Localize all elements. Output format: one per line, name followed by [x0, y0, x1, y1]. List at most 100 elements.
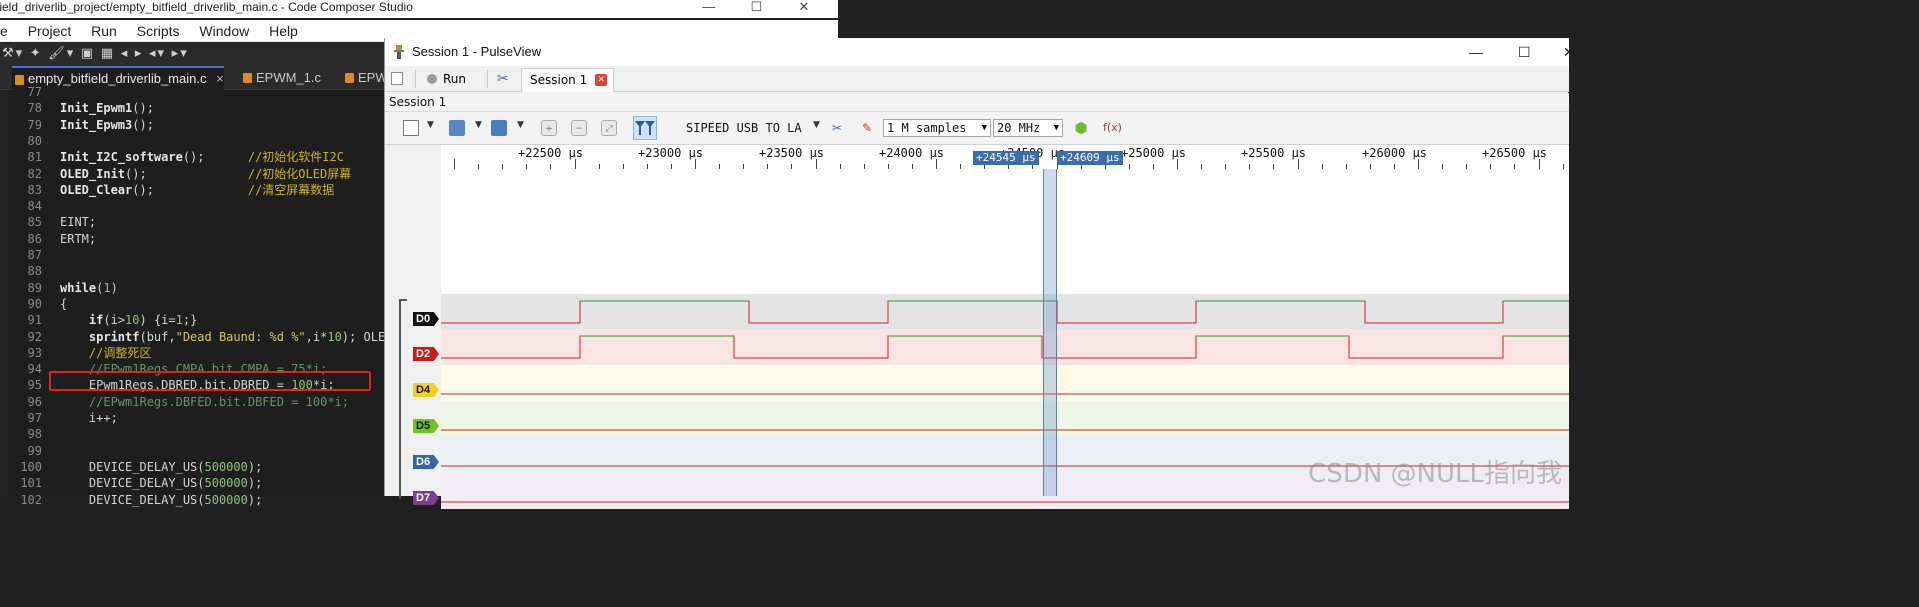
tab-main-c[interactable]: empty_bitfield_driverlib_main.c × [12, 66, 224, 90]
zoom-out-icon[interactable]: − [571, 120, 587, 136]
open-file-icon[interactable] [403, 120, 419, 136]
zoom-fit-icon[interactable]: ⤢ [601, 120, 617, 136]
line-number: 98 [27, 427, 42, 442]
channel-label-d0[interactable]: D0 [413, 312, 439, 326]
line-number: 80 [27, 133, 42, 148]
chevron-down-icon[interactable]: ▼ [475, 120, 482, 130]
line-number: 92 [27, 329, 42, 344]
tab-close-icon[interactable]: × [216, 71, 224, 86]
trace-view[interactable]: D0 D2 D4 D5 D6 D7 [385, 169, 1569, 509]
line-number: 97 [27, 411, 42, 425]
code-text: sprintf(buf,"Dead Baund: %d %",i*10); OL… [88, 329, 400, 344]
code-text: Init_Epwm1(); [60, 101, 154, 116]
settings-wrench-icon[interactable]: ✂ [497, 71, 509, 87]
ruler-label: +26500 μs [1482, 146, 1548, 160]
tab-epwm1-c[interactable]: EPWM_1.c [240, 66, 321, 90]
ruler-label: +23000 μs [638, 146, 704, 160]
close-session-icon[interactable]: ✕ [595, 74, 608, 86]
ruler-tick [1177, 159, 1178, 169]
channel-label-d2[interactable]: D2 [413, 347, 439, 361]
menu-run[interactable]: Run [91, 23, 117, 39]
code-text: i++; [60, 411, 118, 425]
line-number: 99 [27, 443, 42, 458]
channel-group-bracket [399, 299, 407, 499]
menu-help[interactable]: Help [269, 23, 298, 39]
waveform-d0 [441, 300, 1569, 324]
ccs-toolbar-icons[interactable]: ⚒▾ ✦ 🖌▾ ▣ ▦ ◂ ▸ ◂▾ ▸▾ [2, 45, 189, 60]
line-number: 82 [27, 166, 42, 181]
line-number: 84 [27, 199, 42, 214]
zoom-in-icon[interactable]: + [541, 120, 557, 136]
menu-window[interactable]: Window [199, 23, 249, 39]
highlight-annotation-box [49, 371, 371, 391]
math-signal-icon[interactable]: f(x) [1103, 120, 1122, 136]
waveform-edge-path [441, 300, 1569, 324]
samplerate-value: 20 MHz [997, 121, 1041, 135]
run-icon [427, 74, 437, 84]
chevron-down-icon[interactable]: ▼ [517, 120, 524, 130]
tab-epw[interactable]: EPW [342, 66, 388, 90]
device-config-icon[interactable]: ✂ [829, 120, 845, 136]
ruler-label: +23500 μs [759, 146, 825, 160]
menu-scripts[interactable]: Scripts [137, 23, 180, 39]
new-session-icon[interactable] [391, 72, 403, 85]
channel-label-d4[interactable]: D4 [413, 383, 439, 397]
cursor-b-flag[interactable]: +24609 μs [1057, 151, 1123, 165]
ruler-tick [1297, 159, 1299, 169]
code-text: DEVICE_DELAY_US(500000); [60, 476, 263, 491]
watermark: CSDN @NULL指向我 [1308, 459, 1562, 489]
decoder-icon[interactable]: ⬢ [1073, 120, 1089, 136]
close-icon[interactable]: ✕ [782, 0, 826, 14]
samplerate-select[interactable]: 20 MHz ▼ [993, 119, 1063, 137]
chevron-down-icon[interactable]: ▼ [427, 120, 434, 130]
cursor-a-flag[interactable]: +24545 μs [973, 151, 1039, 165]
line-number: 88 [27, 264, 42, 279]
toolbar-separator [415, 70, 416, 88]
ruler-tick [815, 159, 817, 169]
code-text: EINT; [60, 215, 97, 230]
pulseview-window: Session 1 - PulseView — ☐ ✕ Run ✂ Sessio… [384, 38, 1575, 509]
show-cursors-icon[interactable] [633, 116, 657, 140]
signal-row-d2[interactable] [441, 329, 1569, 365]
probe-icon[interactable]: ✎ [859, 120, 875, 136]
line-number: 94 [27, 362, 42, 377]
signal-row-d4[interactable] [441, 365, 1569, 401]
chevron-down-icon[interactable]: ▼ [813, 120, 820, 130]
tab-label: empty_bitfield_driverlib_main.c [28, 71, 207, 86]
run-button[interactable]: Run [427, 70, 466, 88]
maximize-icon[interactable]: ☐ [1518, 38, 1531, 66]
line-number: 100 [20, 459, 42, 474]
code-text: DEVICE_DELAY_US(500000); [60, 492, 263, 507]
save-icon[interactable] [491, 120, 507, 136]
device-selector[interactable]: SIPEED USB TO LA [686, 121, 802, 135]
close-icon[interactable]: ✕ [1563, 38, 1575, 66]
line-number: 85 [27, 215, 42, 230]
ruler-label: +26000 μs [1362, 146, 1428, 160]
line-number: 79 [27, 117, 42, 132]
menu-edit[interactable]: e [0, 23, 8, 39]
signal-row-d0[interactable] [441, 294, 1569, 330]
pulseview-logo-icon [394, 45, 404, 59]
ruler-label: +25500 μs [1241, 146, 1307, 160]
line-number: 77 [27, 85, 42, 99]
waveform-edge-path [441, 335, 1569, 359]
tab-session-1[interactable]: Session 1 ✕ [521, 68, 615, 92]
waveform-d2 [441, 335, 1569, 359]
minimize-icon[interactable]: — [1469, 38, 1483, 66]
folder-icon[interactable] [449, 120, 465, 136]
menu-project[interactable]: Project [28, 23, 72, 39]
channel-label-d7[interactable]: D7 [413, 491, 439, 505]
channel-label-d5[interactable]: D5 [413, 419, 439, 433]
signal-row-d5[interactable] [441, 401, 1569, 437]
minimize-icon[interactable]: — [687, 0, 731, 14]
cursor-selection-band[interactable] [1043, 169, 1057, 496]
toolbar-separator [487, 70, 488, 88]
time-ruler[interactable]: +22500 μs +23000 μs +23500 μs +24000 μs +245… [441, 145, 1569, 169]
code-text: { [60, 296, 68, 311]
maximize-icon[interactable]: ☐ [734, 0, 778, 14]
channel-label-d6[interactable]: D6 [413, 455, 439, 469]
ccs-title-bar: field_driverlib_project/empty_bitfield_d… [0, 0, 838, 18]
ruler-tick [1538, 159, 1540, 169]
chevron-down-icon: ▼ [981, 123, 987, 133]
samples-select[interactable]: 1 M samples ▼ [883, 119, 991, 137]
